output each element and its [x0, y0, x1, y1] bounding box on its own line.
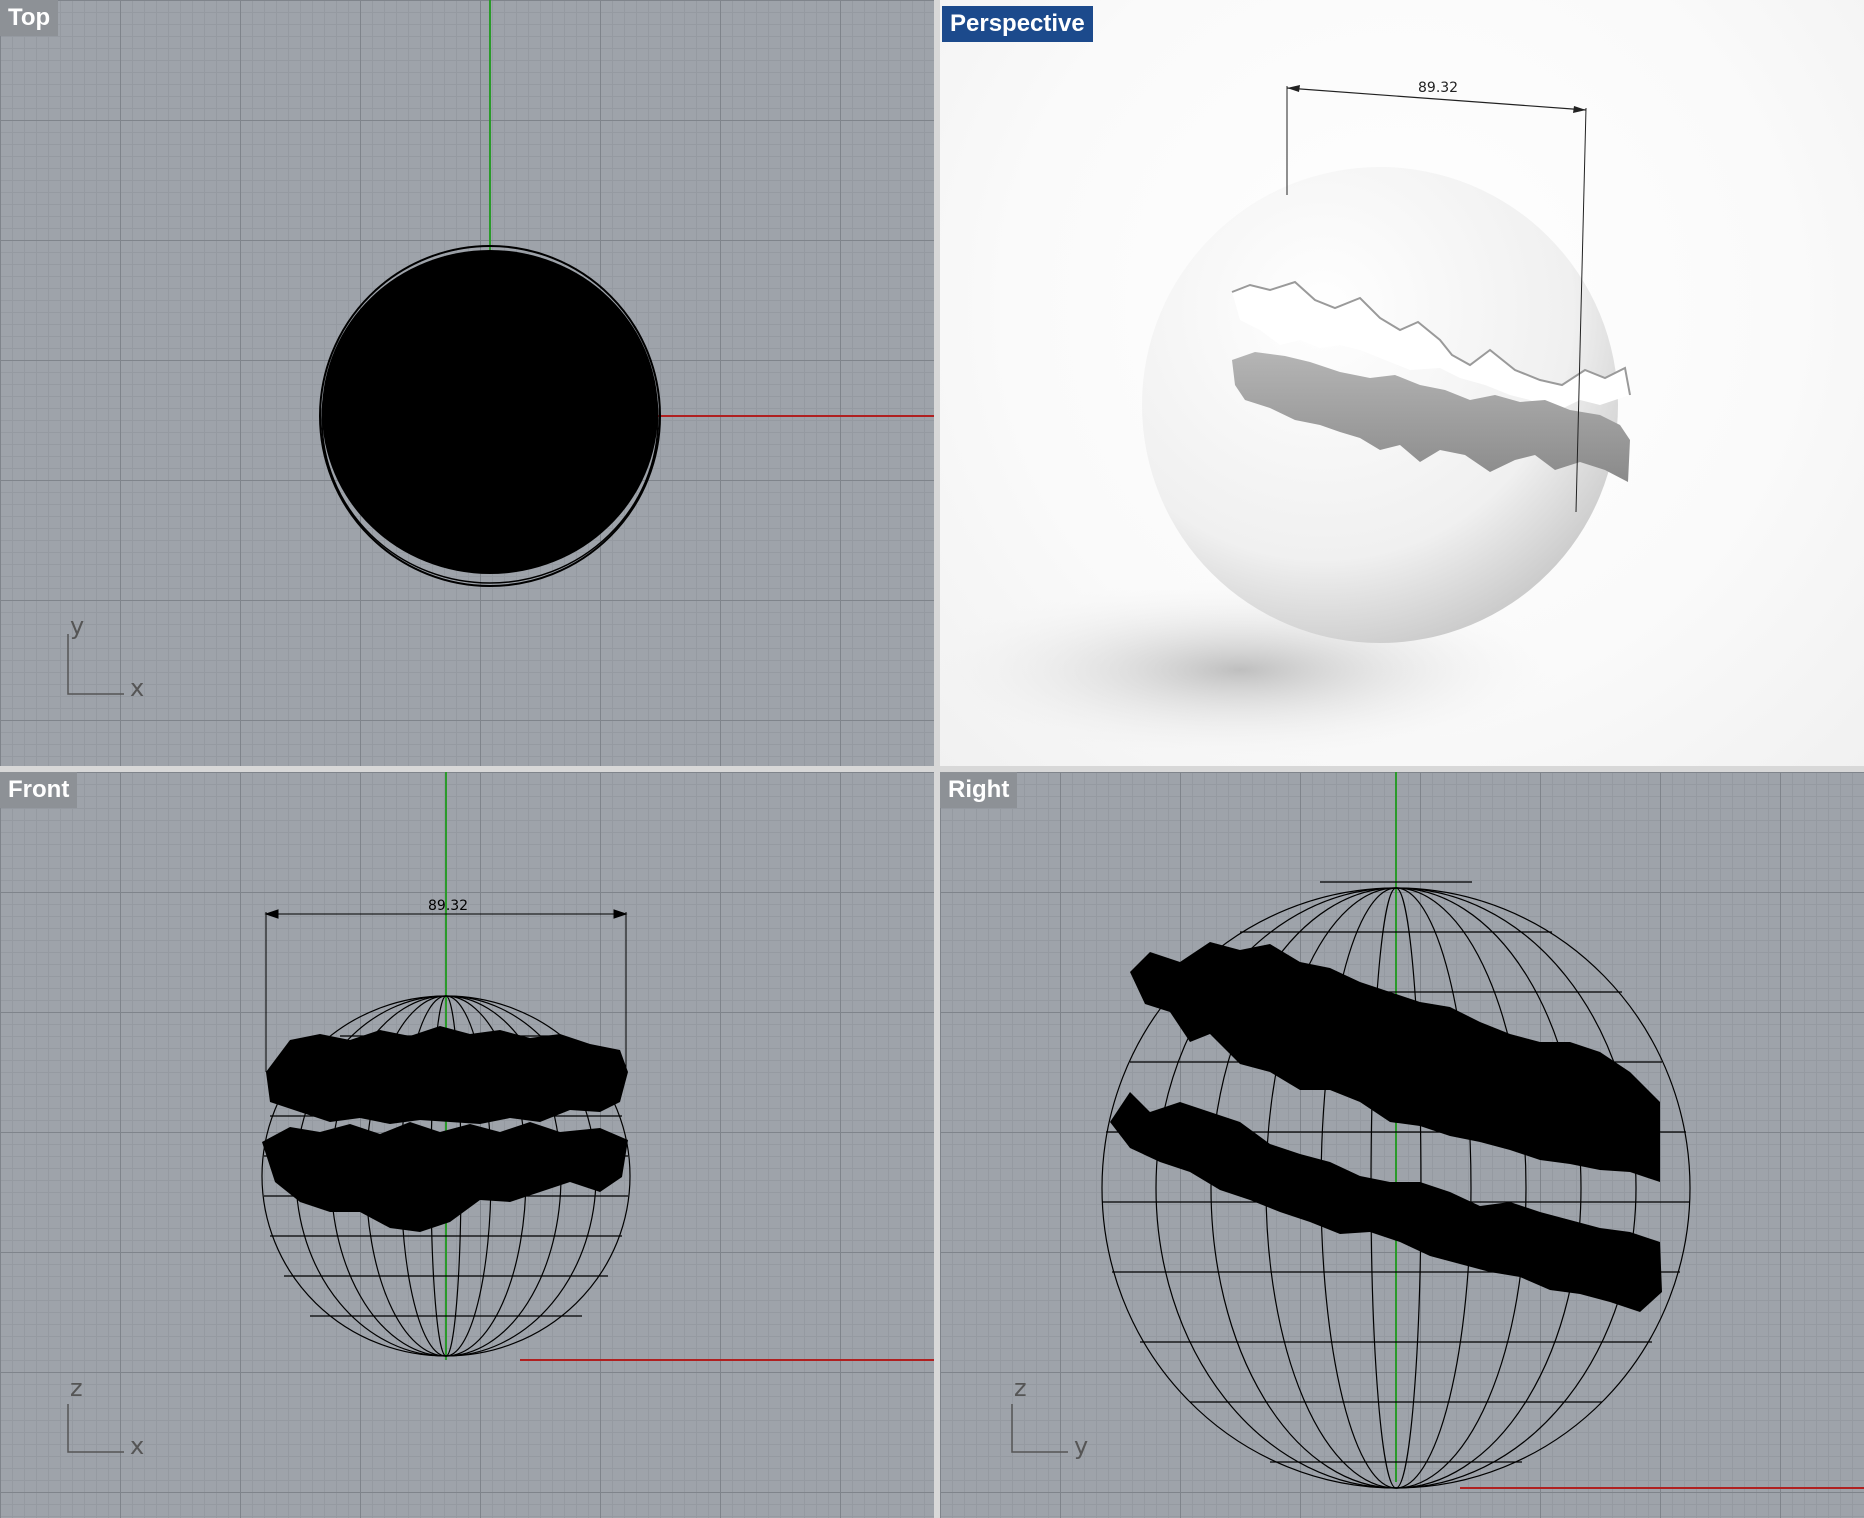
front-viewport[interactable]: Front 89.32 z x: [0, 772, 934, 1518]
right-viewport-label[interactable]: Right: [940, 772, 1018, 808]
top-viewport[interactable]: Top y x: [0, 0, 934, 766]
sphere-wireframe-top: [319, 245, 661, 587]
viewport-layout: Top y x Perspective 89.32 Front 89.32 z …: [0, 0, 1864, 1518]
axis-label-h: x: [130, 674, 144, 702]
dimension-value: 89.32: [1418, 80, 1458, 96]
axis-label-v: y: [70, 612, 84, 640]
axis-gizmo-top: y x: [67, 612, 144, 702]
top-viewport-canvas[interactable]: y x: [0, 0, 934, 766]
perspective-viewport-label[interactable]: Perspective: [942, 6, 1093, 42]
top-viewport-label[interactable]: Top: [0, 0, 59, 36]
crack-band-upper: [266, 1026, 628, 1124]
front-viewport-label[interactable]: Front: [0, 772, 78, 808]
axis-label-v: z: [1014, 1374, 1027, 1402]
crack-band-lower: [262, 1122, 628, 1232]
axis-gizmo-right: z y: [1011, 1374, 1088, 1460]
right-viewport[interactable]: Right z y: [940, 772, 1864, 1518]
axis-label-v: z: [70, 1374, 83, 1402]
axis-label-h: x: [130, 1432, 144, 1460]
perspective-viewport-canvas[interactable]: 89.32: [940, 0, 1864, 766]
dimension-value: 89.32: [428, 898, 468, 914]
front-viewport-canvas[interactable]: 89.32 z x: [0, 772, 934, 1518]
axis-label-h: y: [1074, 1432, 1088, 1460]
perspective-viewport[interactable]: Perspective 89.32: [940, 0, 1864, 766]
right-viewport-canvas[interactable]: z y: [940, 772, 1864, 1518]
axis-gizmo-front: z x: [67, 1374, 144, 1460]
